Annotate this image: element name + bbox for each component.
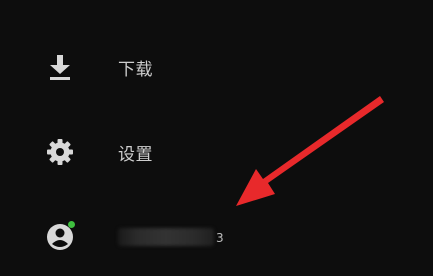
- redacted-username: [118, 228, 214, 246]
- menu-item-download[interactable]: 下载: [0, 45, 300, 89]
- menu-item-settings-label: 设置: [118, 144, 153, 165]
- account-circle-icon: [44, 220, 76, 252]
- gear-icon: [44, 136, 76, 168]
- menu-item-account[interactable]: 3: [0, 214, 300, 258]
- menu-item-download-label: 下载: [118, 59, 153, 80]
- account-name: 3: [118, 227, 224, 247]
- online-status-dot: [68, 221, 75, 228]
- side-menu: 下载 设置 3: [0, 0, 433, 276]
- menu-item-settings[interactable]: 设置: [0, 130, 300, 174]
- download-icon: [44, 51, 76, 83]
- account-name-tail: 3: [216, 231, 224, 245]
